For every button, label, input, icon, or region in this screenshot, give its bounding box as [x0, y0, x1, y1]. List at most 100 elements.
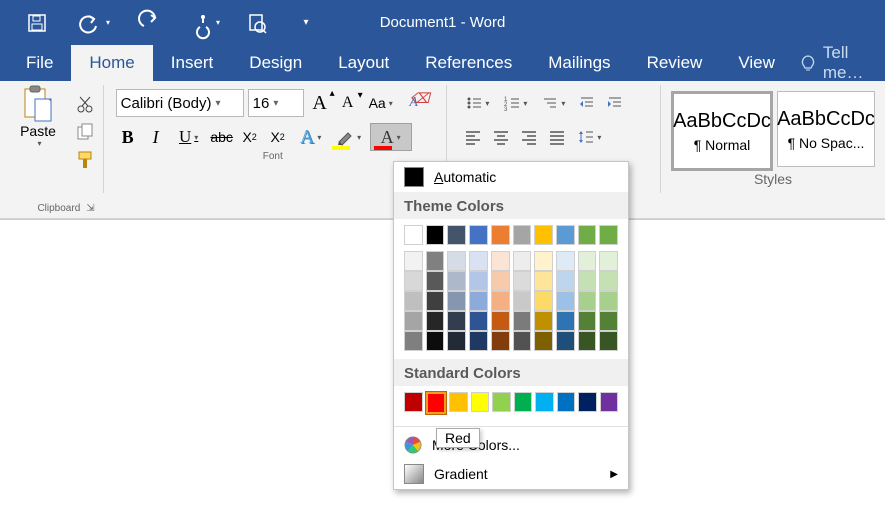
- color-swatch[interactable]: [557, 392, 576, 412]
- color-swatch[interactable]: [447, 225, 466, 245]
- color-swatch[interactable]: [556, 311, 575, 331]
- tab-mailings[interactable]: Mailings: [530, 45, 628, 81]
- color-swatch[interactable]: [534, 271, 553, 291]
- color-swatch[interactable]: [556, 331, 575, 351]
- color-swatch[interactable]: [578, 311, 597, 331]
- color-swatch[interactable]: [578, 392, 597, 412]
- color-swatch[interactable]: [447, 331, 466, 351]
- undo-button[interactable]: ▾: [78, 14, 110, 32]
- color-swatch[interactable]: [447, 291, 466, 311]
- align-left-icon[interactable]: [461, 125, 485, 149]
- color-swatch[interactable]: [447, 251, 466, 271]
- color-swatch[interactable]: [534, 251, 553, 271]
- color-swatch[interactable]: [534, 331, 553, 351]
- color-swatch[interactable]: [469, 251, 488, 271]
- font-size-combo[interactable]: 16▾: [248, 89, 304, 117]
- color-swatch[interactable]: [492, 392, 511, 412]
- color-swatch[interactable]: [556, 251, 575, 271]
- increase-indent-icon[interactable]: [603, 91, 627, 115]
- line-spacing-icon[interactable]: ▾: [573, 125, 607, 149]
- color-swatch[interactable]: [491, 291, 510, 311]
- color-swatch[interactable]: [491, 251, 510, 271]
- color-swatch[interactable]: [513, 251, 532, 271]
- color-swatch[interactable]: [599, 291, 618, 311]
- color-swatch[interactable]: [491, 311, 510, 331]
- color-swatch[interactable]: [404, 331, 423, 351]
- color-swatch[interactable]: [469, 225, 488, 245]
- clipboard-launcher-icon[interactable]: ⇲: [86, 203, 94, 214]
- color-swatch[interactable]: [599, 225, 618, 245]
- color-swatch[interactable]: [513, 271, 532, 291]
- paste-button[interactable]: Paste ▾: [4, 85, 72, 203]
- color-swatch[interactable]: [578, 291, 597, 311]
- color-swatch[interactable]: [469, 311, 488, 331]
- italic-icon[interactable]: I: [144, 125, 168, 149]
- color-swatch[interactable]: [599, 251, 618, 271]
- color-swatch[interactable]: [426, 271, 445, 291]
- color-swatch[interactable]: [491, 271, 510, 291]
- color-swatch[interactable]: [404, 392, 423, 412]
- cut-icon[interactable]: [72, 91, 98, 117]
- align-right-icon[interactable]: [517, 125, 541, 149]
- style-no-spacing[interactable]: AaBbCcDc ¶ No Spac...: [777, 91, 875, 167]
- tab-layout[interactable]: Layout: [320, 45, 407, 81]
- strikethrough-icon[interactable]: abc: [210, 125, 234, 149]
- color-swatch[interactable]: [534, 311, 553, 331]
- tab-insert[interactable]: Insert: [153, 45, 232, 81]
- tab-file[interactable]: File: [8, 45, 71, 81]
- superscript-icon[interactable]: X2: [266, 125, 290, 149]
- color-swatch[interactable]: [426, 251, 445, 271]
- shrink-font-icon[interactable]: A▾: [336, 91, 360, 115]
- color-swatch[interactable]: [534, 291, 553, 311]
- color-swatch[interactable]: [578, 225, 597, 245]
- tab-home[interactable]: Home: [71, 45, 152, 81]
- color-swatch[interactable]: [404, 251, 423, 271]
- color-swatch[interactable]: [404, 311, 423, 331]
- format-painter-icon[interactable]: [72, 147, 98, 173]
- automatic-color[interactable]: Automatic: [394, 162, 628, 192]
- color-swatch[interactable]: [556, 225, 575, 245]
- gradient-menu[interactable]: Gradient ▶: [394, 459, 628, 489]
- style-normal[interactable]: AaBbCcDc ¶ Normal: [671, 91, 773, 171]
- color-swatch[interactable]: [578, 251, 597, 271]
- redo-button[interactable]: [132, 0, 170, 45]
- color-swatch[interactable]: [513, 225, 532, 245]
- grow-font-icon[interactable]: A▴: [308, 91, 332, 115]
- color-swatch[interactable]: [404, 271, 423, 291]
- more-colors[interactable]: More Colors...: [394, 431, 628, 459]
- color-swatch[interactable]: [426, 331, 445, 351]
- tab-view[interactable]: View: [720, 45, 793, 81]
- font-name-combo[interactable]: Calibri (Body)▾: [116, 89, 244, 117]
- align-center-icon[interactable]: [489, 125, 513, 149]
- color-swatch[interactable]: [599, 271, 618, 291]
- font-color-button[interactable]: A▾: [370, 123, 412, 151]
- color-swatch[interactable]: [426, 392, 447, 414]
- color-swatch[interactable]: [578, 331, 597, 351]
- color-swatch[interactable]: [491, 331, 510, 351]
- color-swatch[interactable]: [404, 225, 423, 245]
- qat-customize-button[interactable]: ▾: [296, 0, 316, 45]
- tell-me-search[interactable]: Tell me…: [799, 45, 885, 81]
- color-swatch[interactable]: [404, 291, 423, 311]
- color-swatch[interactable]: [513, 311, 532, 331]
- decrease-indent-icon[interactable]: [575, 91, 599, 115]
- color-swatch[interactable]: [426, 225, 445, 245]
- color-swatch[interactable]: [599, 311, 618, 331]
- color-swatch[interactable]: [534, 225, 553, 245]
- text-effects-icon[interactable]: A▾: [294, 125, 328, 149]
- color-swatch[interactable]: [469, 271, 488, 291]
- color-swatch[interactable]: [449, 392, 468, 412]
- save-icon[interactable]: [18, 0, 56, 45]
- color-swatch[interactable]: [469, 331, 488, 351]
- touch-mode-button[interactable]: ▾: [194, 13, 220, 33]
- copy-icon[interactable]: [72, 119, 98, 145]
- tab-review[interactable]: Review: [629, 45, 721, 81]
- color-swatch[interactable]: [426, 311, 445, 331]
- color-swatch[interactable]: [469, 291, 488, 311]
- clear-formatting-icon[interactable]: A⌫: [402, 91, 426, 115]
- color-swatch[interactable]: [556, 291, 575, 311]
- highlight-icon[interactable]: ▾: [332, 125, 366, 149]
- color-swatch[interactable]: [513, 291, 532, 311]
- color-swatch[interactable]: [599, 331, 618, 351]
- change-case-icon[interactable]: Aa▾: [364, 91, 398, 115]
